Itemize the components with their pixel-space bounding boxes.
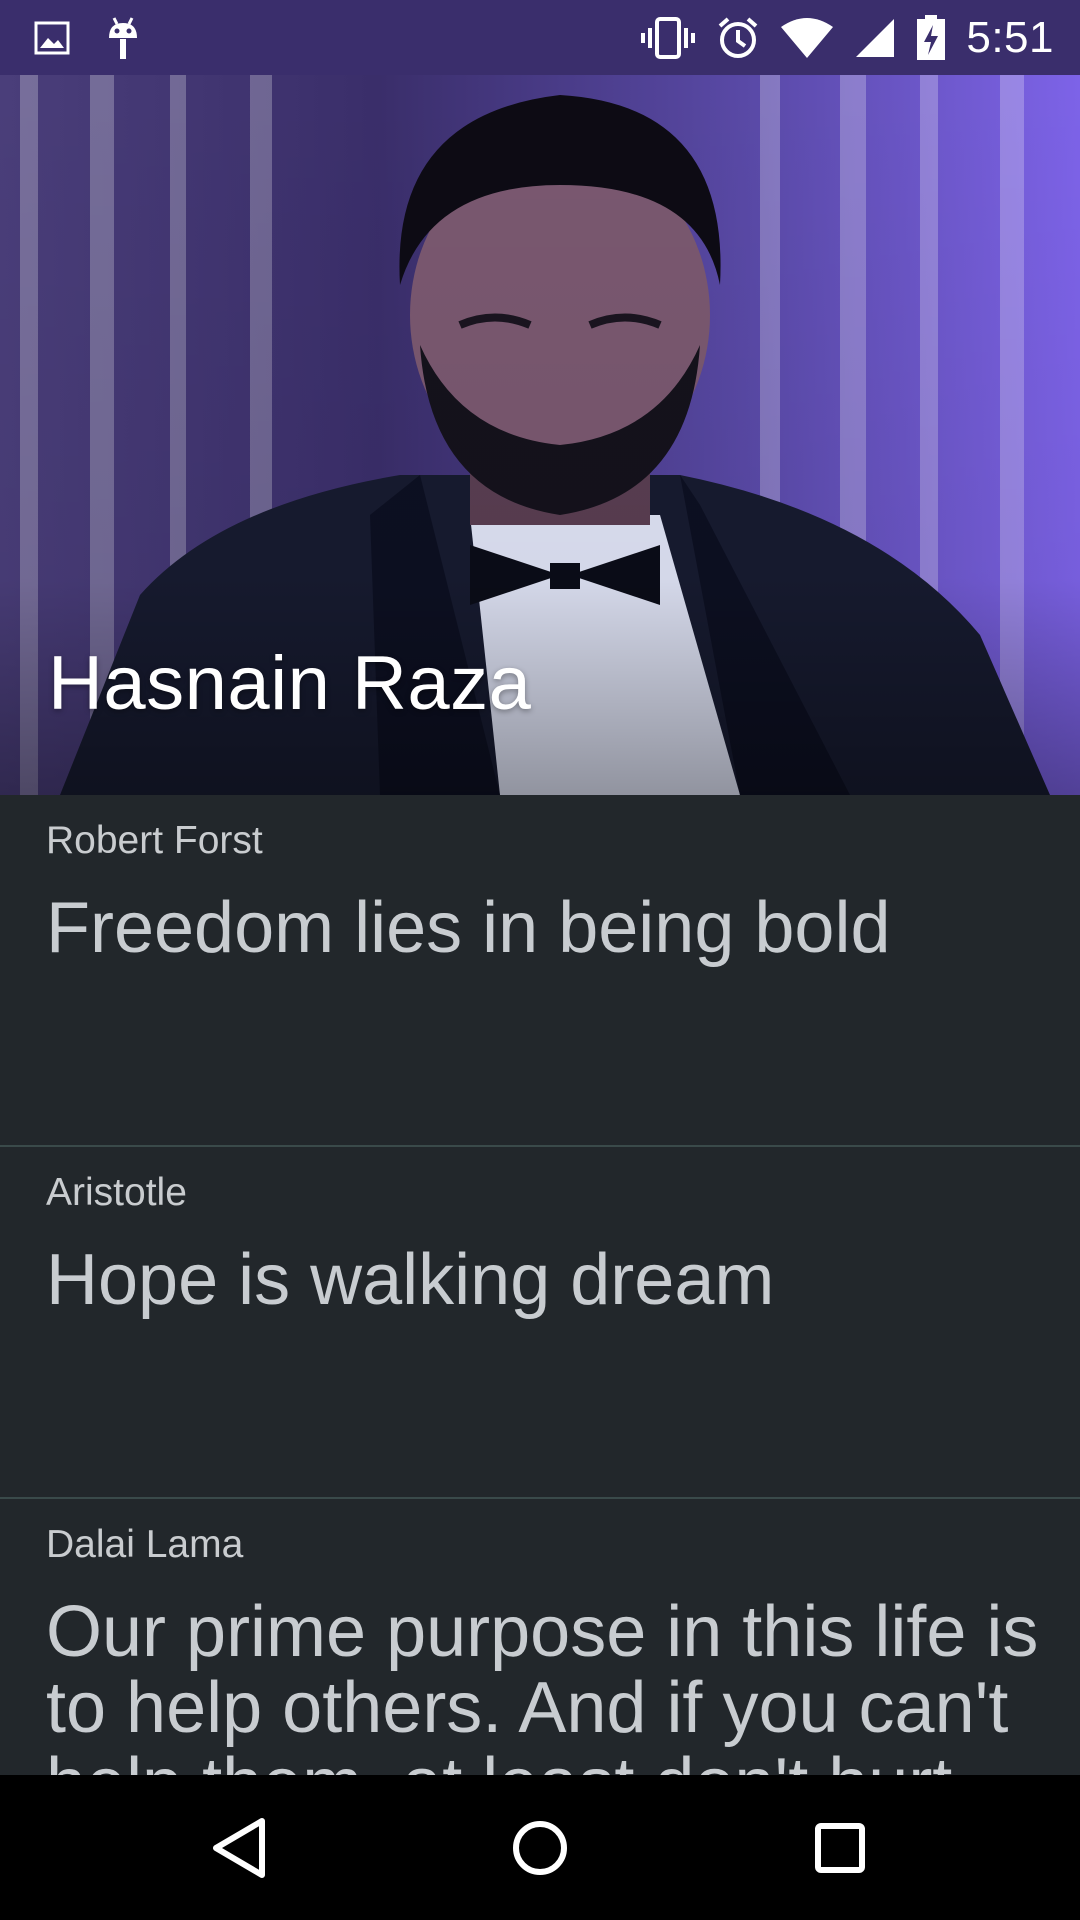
quote-card[interactable]: Robert Forst Freedom lies in being bold bbox=[0, 795, 1080, 1147]
status-time: 5:51 bbox=[966, 12, 1054, 62]
profile-header: Hasnain Raza bbox=[0, 75, 1080, 795]
quote-author: Aristotle bbox=[46, 1171, 187, 1214]
vibrate-icon bbox=[640, 16, 696, 60]
quote-author: Robert Forst bbox=[46, 819, 263, 862]
navigation-bar bbox=[0, 1775, 1080, 1920]
back-icon bbox=[213, 1817, 265, 1878]
recents-icon bbox=[815, 1822, 865, 1873]
android-debug-icon bbox=[106, 16, 140, 60]
cell-signal-icon bbox=[854, 17, 896, 59]
alarm-icon bbox=[716, 16, 760, 60]
wifi-icon bbox=[780, 17, 834, 59]
quote-text: Our prime purpose in this life is to hel… bbox=[46, 1592, 1039, 1775]
quote-card[interactable]: Aristotle Hope is walking dream bbox=[0, 1147, 1080, 1499]
status-right-icons: 5:51 bbox=[620, 0, 1054, 75]
quote-card[interactable]: Dalai Lama Our prime purpose in this lif… bbox=[0, 1499, 1080, 1775]
profile-name: Hasnain Raza bbox=[48, 641, 532, 726]
status-left-icons bbox=[34, 0, 176, 75]
home-button[interactable] bbox=[460, 1775, 620, 1920]
home-icon bbox=[513, 1820, 567, 1875]
quote-text: Hope is walking dream bbox=[46, 1240, 775, 1320]
quote-text: Freedom lies in being bold bbox=[46, 888, 891, 968]
screen: 5:51 Hasnain Raza Robert Forst Freedom l… bbox=[0, 0, 1080, 1920]
battery-charging-icon bbox=[916, 14, 946, 61]
quote-list[interactable]: Robert Forst Freedom lies in being bold … bbox=[0, 795, 1080, 1775]
image-icon bbox=[34, 20, 70, 56]
back-button[interactable] bbox=[160, 1775, 320, 1920]
quote-author: Dalai Lama bbox=[46, 1523, 244, 1566]
recents-button[interactable] bbox=[760, 1775, 920, 1920]
status-bar: 5:51 bbox=[0, 0, 1080, 75]
